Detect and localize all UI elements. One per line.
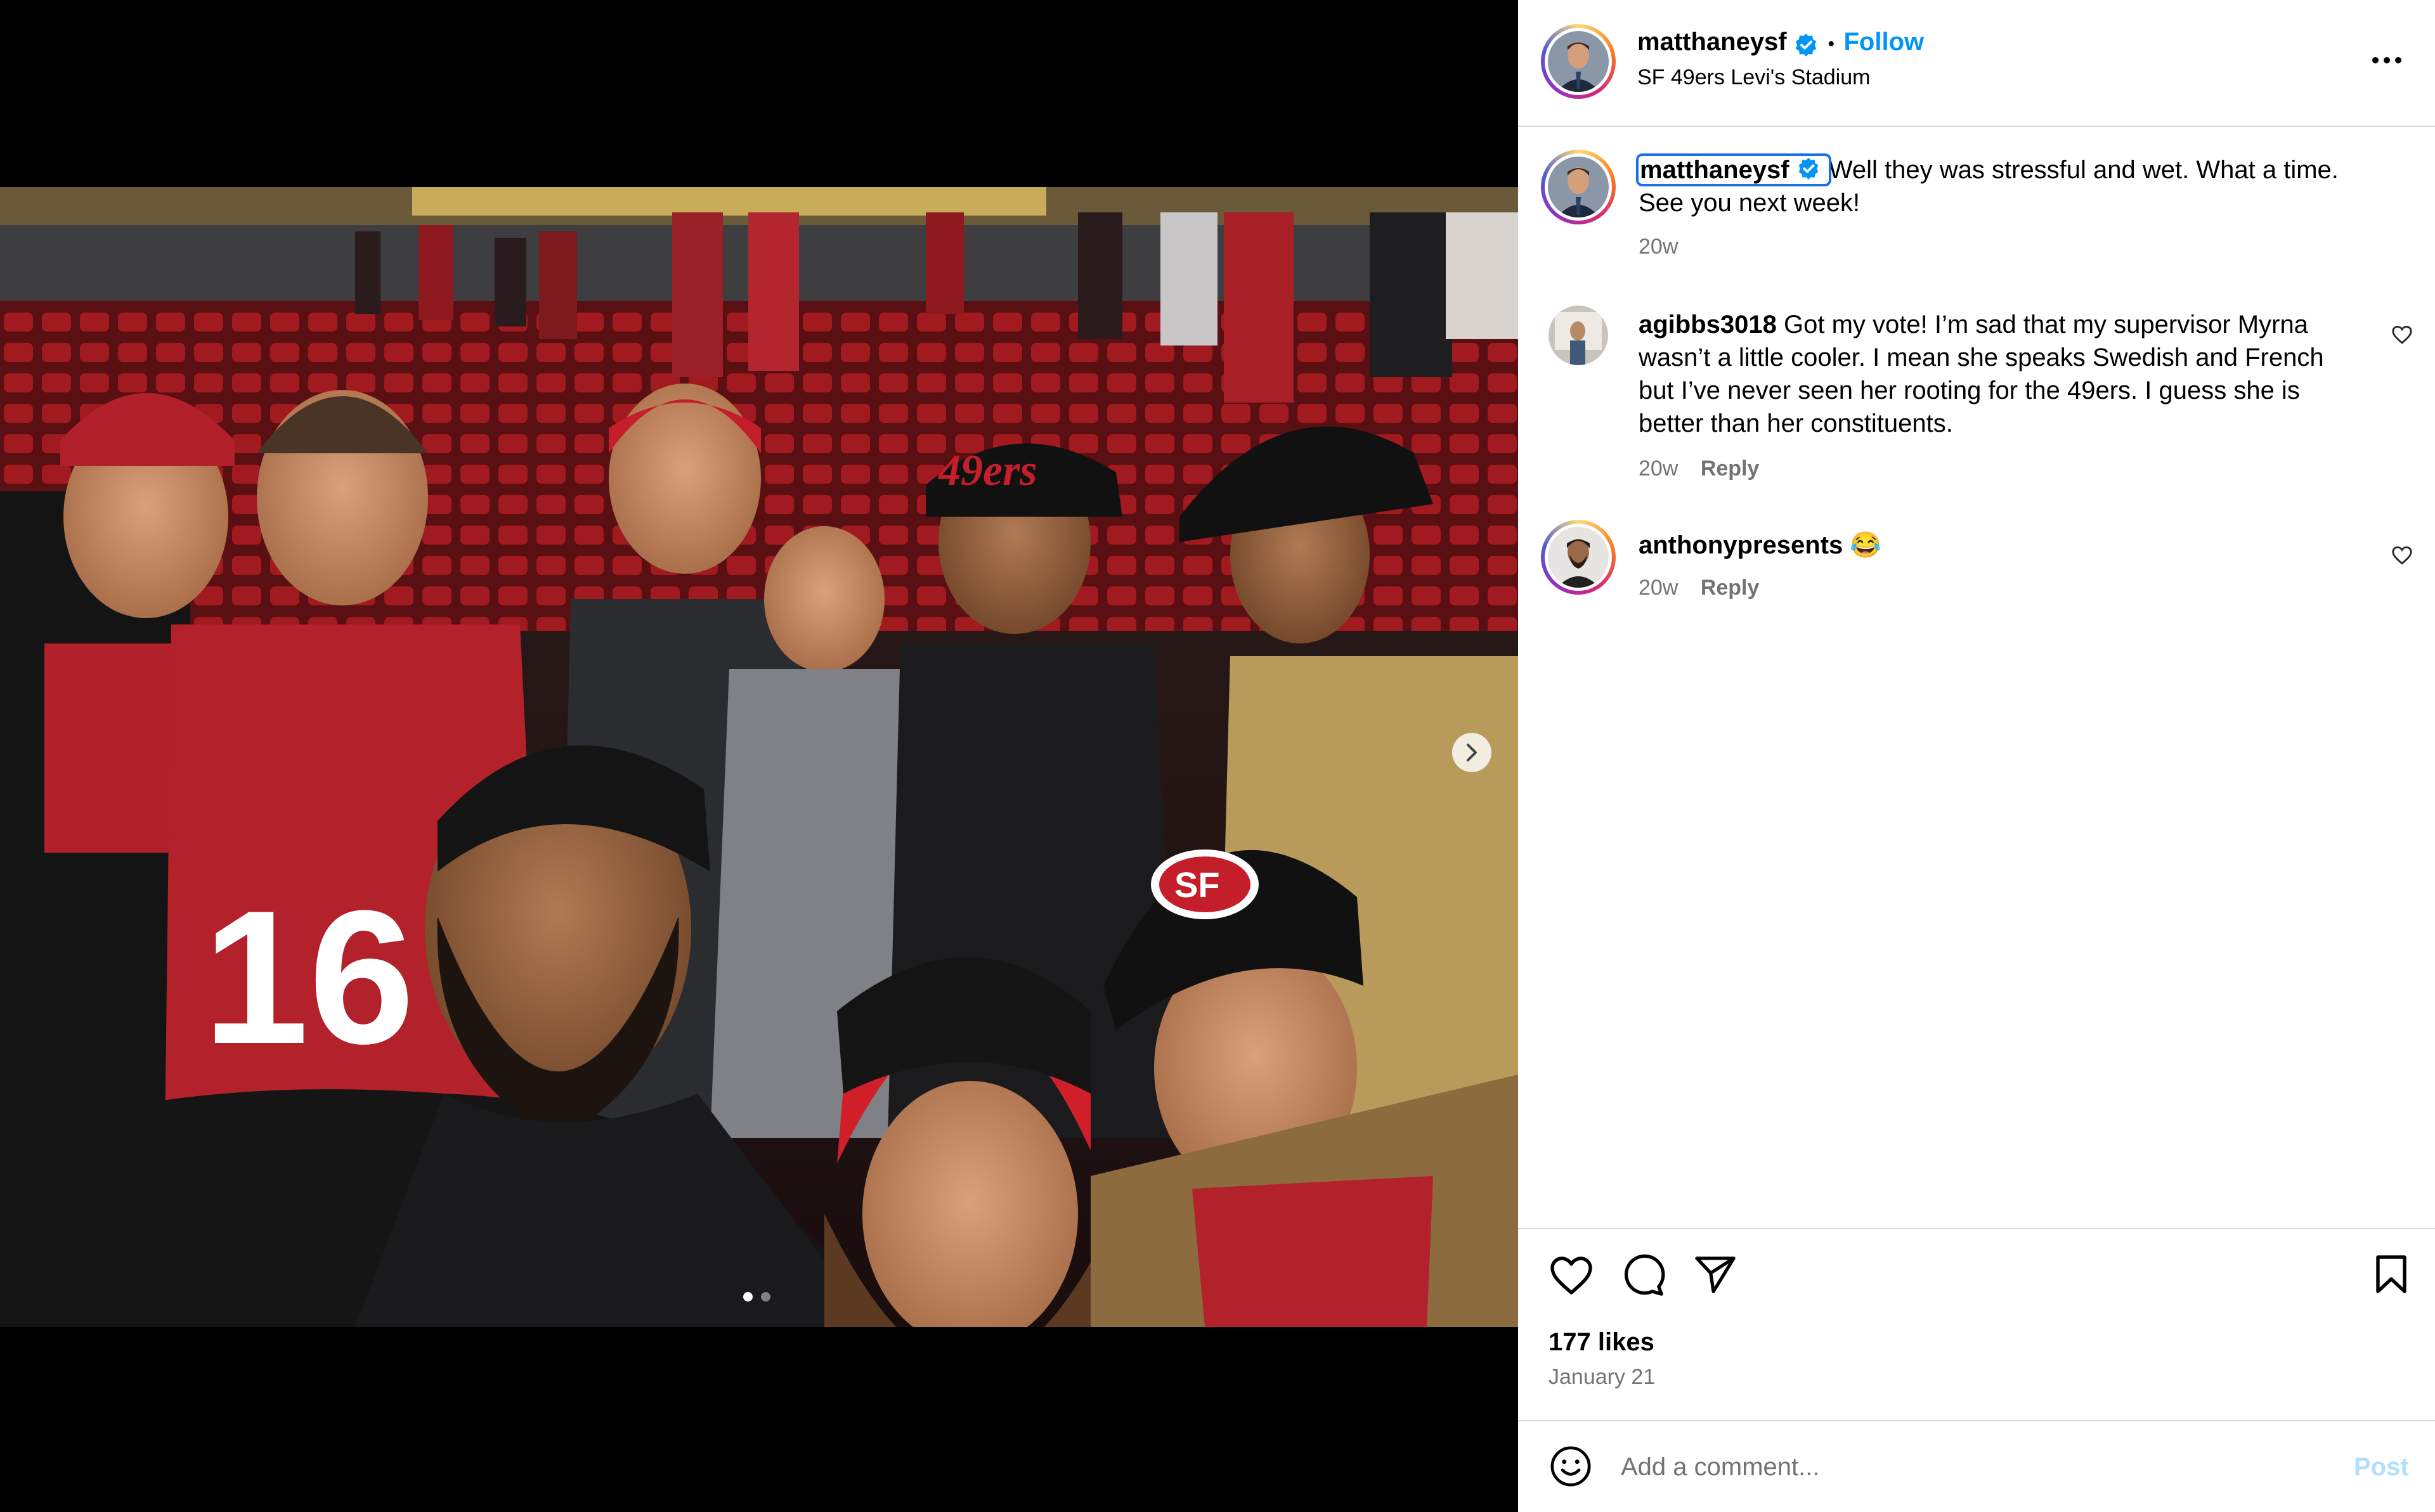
author-photo <box>1548 157 1609 217</box>
header-divider <box>1518 126 2435 127</box>
comment-text-line1: Got my vote! I’m sad that my supervisor … <box>1784 311 2308 339</box>
follow-button[interactable]: Follow <box>1844 28 1925 56</box>
carousel-dot-active <box>743 1292 753 1302</box>
add-comment-bar: Post <box>1518 1421 2435 1512</box>
comment-username[interactable]: agibbs3018 <box>1639 311 1777 339</box>
carousel-next-button[interactable] <box>1452 733 1491 772</box>
comment-time[interactable]: 20w <box>1639 456 1678 481</box>
commenter-avatar[interactable] <box>1549 306 1608 365</box>
post-comment-button[interactable]: Post <box>2354 1453 2409 1482</box>
commenter-photo <box>1549 306 1608 365</box>
save-bookmark-icon[interactable] <box>2372 1253 2410 1295</box>
post-media: 16 49ers SF <box>0 0 1518 1512</box>
comment-bubble-icon[interactable] <box>1621 1253 1665 1298</box>
svg-text:49ers: 49ers <box>937 446 1037 495</box>
comment-text-line2: wasn’t a little cooler. I mean she speak… <box>1639 344 2324 372</box>
comment: agibbs3018 Got my vote! I’m sad that my … <box>1518 298 2435 488</box>
comment-text: 😂 <box>1850 531 1882 559</box>
author-avatar[interactable] <box>1541 24 1616 99</box>
like-heart-icon[interactable] <box>1549 1255 1594 1296</box>
comment-reply-button[interactable]: Reply <box>1701 576 1760 600</box>
commenter-photo <box>1548 527 1609 588</box>
caption-text-line1: Well they was stressful and wet. What a … <box>1828 156 2339 184</box>
post-date[interactable]: January 21 <box>1549 1365 1655 1390</box>
verified-badge-icon <box>1798 158 1818 180</box>
comment-input[interactable] <box>1620 1445 2256 1489</box>
post-actions: 177 likes January 21 <box>1518 1229 2435 1419</box>
comment-like-heart-icon[interactable] <box>2391 325 2413 345</box>
caption-username-link[interactable]: matthaneysf <box>1636 153 1831 186</box>
more-options-icon <box>2372 57 2401 63</box>
more-options-button[interactable] <box>2361 38 2412 82</box>
chevron-right-icon <box>1467 744 1477 761</box>
comment: anthonypresents 😂 20w Reply <box>1518 520 2435 615</box>
post-photo: 16 49ers SF <box>0 187 1518 1327</box>
comment-text-line3: but I’ve never seen her rooting for the … <box>1639 377 2300 404</box>
caption-time[interactable]: 20w <box>1639 235 1678 259</box>
comment-time[interactable]: 20w <box>1639 576 1678 600</box>
comment-username[interactable]: anthonypresents <box>1639 531 1843 559</box>
commenter-avatar[interactable] <box>1541 520 1616 595</box>
share-send-icon[interactable] <box>1693 1255 1737 1295</box>
author-username[interactable]: matthaneysf <box>1637 28 1787 56</box>
emoji-icon[interactable] <box>1549 1444 1593 1489</box>
carousel-dot <box>761 1292 770 1302</box>
likes-count[interactable]: 177 likes <box>1549 1328 1654 1357</box>
post-sidebar: matthaneysf • Follow SF 49ers Levi's Sta… <box>1518 0 2435 1512</box>
verified-badge-icon <box>1796 33 1817 56</box>
comment-like-heart-icon[interactable] <box>2391 545 2413 565</box>
caption: matthaneysf Well they was stressful and … <box>1518 146 2435 273</box>
author-photo <box>1548 31 1609 92</box>
post-location[interactable]: SF 49ers Levi's Stadium <box>1637 65 1870 90</box>
caption-avatar[interactable] <box>1541 150 1616 224</box>
comment-text-line4: better than her constituents. <box>1639 410 1953 437</box>
comment-reply-button[interactable]: Reply <box>1701 456 1760 481</box>
post-header: matthaneysf • Follow SF 49ers Levi's Sta… <box>1518 0 2435 126</box>
caption-text-line2: See you next week! <box>1639 189 1860 217</box>
svg-text:16: 16 <box>203 870 415 1083</box>
caption-username: matthaneysf <box>1640 156 1789 184</box>
header-separator: • <box>1828 34 1835 55</box>
svg-text:SF: SF <box>1174 865 1220 905</box>
